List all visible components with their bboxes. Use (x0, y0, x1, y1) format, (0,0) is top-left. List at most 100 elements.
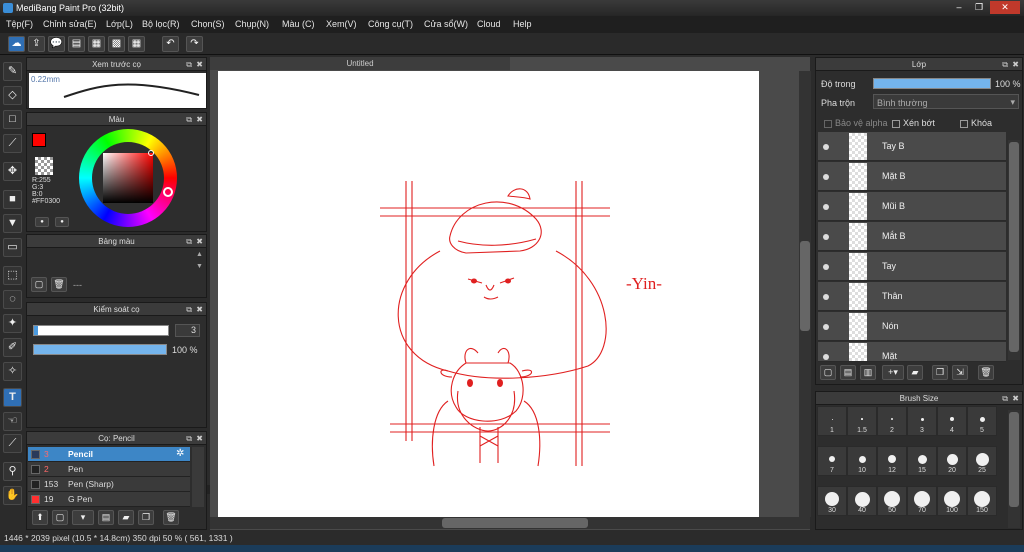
document-icon[interactable]: ▤ (68, 36, 85, 52)
brush-size-cell[interactable]: 20 (937, 446, 967, 476)
palette-scroll-down-icon[interactable]: ▼ (196, 263, 203, 270)
close-icon[interactable]: ✖ (1012, 58, 1019, 71)
brush-item-pen[interactable]: 2 Pen (28, 462, 190, 477)
brush-size-cell[interactable]: 1.5 (847, 406, 877, 436)
brush-size-cell[interactable]: 4 (937, 406, 967, 436)
comment-icon[interactable]: 💬 (48, 36, 65, 52)
text-tool-icon[interactable]: T (3, 388, 22, 407)
brush-size-slider[interactable] (33, 325, 169, 336)
new-layer-icon[interactable]: ▢ (820, 365, 836, 380)
brush-size-cell[interactable]: 12 (877, 446, 907, 476)
popout-icon[interactable]: ⧉ (186, 235, 192, 248)
redo-icon[interactable]: ↷ (186, 36, 203, 52)
eyedropper-icon[interactable]: ⚲ (3, 462, 22, 481)
delete-palette-icon[interactable]: 🗑 (51, 277, 67, 292)
new-palette-icon[interactable]: ▢ (31, 277, 47, 292)
page-icon[interactable]: ▦ (88, 36, 105, 52)
brush-size-cell[interactable]: 25 (967, 446, 997, 476)
select-tool-icon[interactable]: ⬚ (3, 266, 22, 285)
eraser-tool-icon[interactable]: ◇ (3, 86, 22, 105)
new-halftone-layer-icon[interactable]: ▤ (840, 365, 856, 380)
menu-view[interactable]: Xem(V) (326, 19, 357, 29)
hand-tool-icon[interactable]: ✋ (3, 486, 22, 505)
canvas-horizontal-scrollbar[interactable] (210, 517, 810, 529)
menu-edit[interactable]: Chỉnh sửa(E) (43, 19, 97, 29)
brush-size-cell[interactable]: 7 (817, 446, 847, 476)
brush-menu-icon[interactable]: ▾ (72, 510, 94, 525)
menu-cloud[interactable]: Cloud (477, 19, 501, 29)
duplicate-layer-icon[interactable]: ❐ (932, 365, 948, 380)
brush-size-cell[interactable]: 50 (877, 486, 907, 516)
layer-row[interactable]: Mũi B (818, 192, 1006, 221)
grid-icon[interactable]: ▦ (128, 36, 145, 52)
primary-color-swatch[interactable] (32, 133, 46, 147)
dot-tool-icon[interactable]: □ (3, 110, 22, 129)
popout-icon[interactable]: ⧉ (1002, 392, 1008, 405)
brush-item-g-pen[interactable]: 19 G Pen (28, 492, 190, 507)
brush-size-value[interactable]: 3 (175, 324, 200, 337)
brush-properties-icon[interactable]: ▤ (98, 510, 114, 525)
popout-icon[interactable]: ⧉ (186, 58, 192, 71)
delete-layer-icon[interactable]: 🗑 (978, 365, 994, 380)
brush-size-cell[interactable]: 40 (847, 486, 877, 516)
popout-icon[interactable]: ⧉ (1002, 58, 1008, 71)
brush-size-cell[interactable]: 100 (937, 486, 967, 516)
brush-size-cell[interactable]: 70 (907, 486, 937, 516)
hue-ring[interactable] (79, 129, 177, 227)
menu-layer[interactable]: Lớp(L) (106, 19, 133, 29)
color-handle[interactable] (148, 150, 154, 156)
brush-size-cell[interactable]: 2 (877, 406, 907, 436)
layer-row[interactable]: Mặt B (818, 162, 1006, 191)
merge-layer-icon[interactable]: ⇲ (952, 365, 968, 380)
brush-settings-icon[interactable]: ✲ (176, 448, 184, 459)
transparent-swatch[interactable] (35, 157, 53, 175)
move-tool-icon[interactable]: ✥ (3, 162, 22, 181)
menu-select[interactable]: Chọn(S) (191, 19, 225, 29)
brush-opacity-slider[interactable] (33, 344, 167, 355)
menu-filter[interactable]: Bộ lọc(R) (142, 19, 180, 29)
document-tab[interactable]: Untitled (210, 57, 510, 70)
restore-button[interactable]: ❐ (968, 1, 990, 14)
layer-opacity-slider[interactable] (873, 78, 991, 89)
palette-scroll-up-icon[interactable]: ▲ (196, 251, 203, 258)
visibility-eye-icon[interactable] (823, 174, 829, 180)
canvas-vertical-scrollbar[interactable] (799, 71, 811, 517)
visibility-eye-icon[interactable] (823, 324, 829, 330)
layer-row[interactable]: Tay (818, 252, 1006, 281)
brush-item-pen-sharp[interactable]: 153 Pen (Sharp) (28, 477, 190, 492)
blur-tool-icon[interactable]: ⟋ (3, 134, 22, 153)
close-icon[interactable]: ✖ (196, 113, 203, 126)
layer-folder-icon[interactable]: ▰ (907, 365, 923, 380)
menu-tools[interactable]: Công cụ(T) (368, 19, 413, 29)
close-icon[interactable]: ✖ (196, 235, 203, 248)
layer-row[interactable]: Tay B (818, 132, 1006, 161)
layer-row[interactable]: Nón (818, 312, 1006, 341)
select-eraser-icon[interactable]: ✧ (3, 362, 22, 381)
new-brush-icon[interactable]: ▢ (52, 510, 68, 525)
fill-tool-icon[interactable]: ▼ (3, 214, 22, 233)
cloud-icon[interactable]: ☁ (8, 36, 25, 52)
shape-tool-icon[interactable]: ■ (3, 190, 22, 209)
protect-alpha-checkbox[interactable]: Bảo vệ alpha (824, 118, 888, 128)
popout-icon[interactable]: ⧉ (186, 432, 192, 445)
hue-handle[interactable] (163, 187, 173, 197)
lock-checkbox[interactable]: Khóa (960, 118, 992, 128)
brush-size-cell[interactable]: 3 (907, 406, 937, 436)
color-add-button[interactable]: ● (55, 217, 69, 227)
select-pen-icon[interactable]: ✐ (3, 338, 22, 357)
brush-item-pencil[interactable]: 3 Pencil ✲ (28, 447, 190, 462)
color-mode-button[interactable]: ● (35, 217, 49, 227)
clipping-checkbox[interactable]: Xén bớt (892, 118, 935, 128)
saturation-value-square[interactable] (103, 153, 153, 203)
magic-wand-icon[interactable]: ✦ (3, 314, 22, 333)
popout-icon[interactable]: ⧉ (186, 113, 192, 126)
new-8bit-layer-icon[interactable]: ▥ (860, 365, 876, 380)
brush-duplicate-icon[interactable]: ❐ (138, 510, 154, 525)
brush-size-cell[interactable]: 10 (847, 446, 877, 476)
add-brush-icon[interactable]: ⬆ (32, 510, 48, 525)
brush-size-cell[interactable]: 150 (967, 486, 997, 516)
visibility-eye-icon[interactable] (823, 204, 829, 210)
layer-row[interactable]: Mặt (818, 342, 1006, 362)
canvas-paper[interactable]: -Yin- (218, 71, 759, 517)
close-button[interactable]: ✕ (990, 1, 1020, 14)
